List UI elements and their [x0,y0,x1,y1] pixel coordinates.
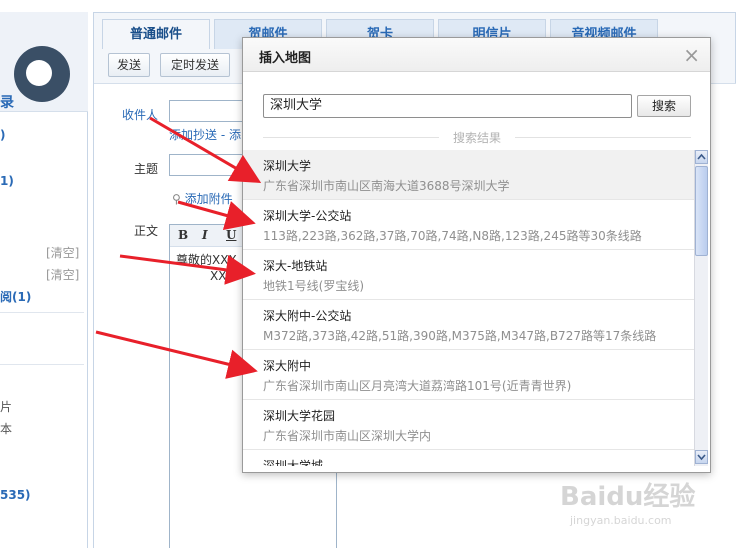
add-cc-link[interactable]: 添加抄送 - 添 [169,126,241,143]
result-address: 广东省深圳市南山区深圳大学内 [263,429,432,443]
subject-label: 主题 [134,162,159,176]
insert-map-dialog: 插入地图 × 深圳大学 搜索 搜索结果 深圳大学 广东省深圳市南山区南海大道36… [242,37,711,473]
underline-button[interactable]: U [226,228,236,242]
sidebar-clear-link[interactable]: [清空] [46,266,79,283]
result-item[interactable]: 深大附中-公交站 M372路,373路,42路,51路,390路,M375路,M… [243,300,695,350]
result-name: 深圳大学-公交站 [263,209,352,223]
add-attachment-label: 添加附件 [184,192,233,206]
timed-send-button[interactable]: 定时发送 [160,53,230,77]
results-label: 搜索结果 [452,131,501,145]
sidebar-item-count[interactable]: ) [0,128,5,142]
result-address: M372路,373路,42路,51路,390路,M375路,M347路,B727… [263,329,657,343]
divider [263,137,439,138]
result-address: 广东省深圳市南山区南海大道3688号深圳大学 [263,179,510,193]
result-address: 地铁1号线(罗宝线) [263,279,364,293]
body-greeting: 尊敬的XXX [176,253,237,267]
result-item[interactable]: 深圳大学城 [243,450,695,466]
result-item[interactable]: 深圳大学-公交站 113路,223路,362路,37路,70路,74路,N8路,… [243,200,695,250]
scrollbar-thumb[interactable] [695,166,708,256]
map-search-input[interactable]: 深圳大学 [263,94,632,118]
results-scrollbar[interactable] [694,150,708,466]
qq-penguin-icon [14,46,70,102]
qq-logo-area: 录 [0,12,88,112]
results-list: 深圳大学 广东省深圳市南山区南海大道3688号深圳大学 深圳大学-公交站 113… [243,150,695,466]
body-line: XXX [210,269,235,283]
close-icon[interactable]: × [683,43,700,67]
result-name: 深圳大学城 [263,459,324,466]
dialog-title: 插入地图 [259,51,312,66]
result-name: 深大附中 [263,359,312,373]
sidebar-item-label[interactable]: 本 [0,420,12,437]
paperclip-icon: ⚲ [172,192,181,206]
sidebar-item-label[interactable]: 片 [0,398,12,415]
sidebar-item-count[interactable]: 535) [0,488,31,502]
result-address: 113路,223路,362路,37路,70路,74路,N8路,123路,245路… [263,229,642,243]
result-item[interactable]: 深圳大学花园 广东省深圳市南山区深圳大学内 [243,400,695,450]
recipient-label[interactable]: 收件人 [122,106,158,123]
result-item[interactable]: 深圳大学 广东省深圳市南山区南海大道3688号深圳大学 [243,150,695,200]
result-item[interactable]: 深大附中 广东省深圳市南山区月亮湾大道荔湾路101号(近青青世界) [243,350,695,400]
result-item[interactable]: 深大-地铁站 地铁1号线(罗宝线) [243,250,695,300]
result-name: 深大-地铁站 [263,259,328,273]
scroll-up-icon[interactable] [695,150,708,164]
dialog-header: 插入地图 × [243,38,710,72]
scroll-down-icon[interactable] [695,450,708,464]
sidebar: 录 ) 1) [清空] [清空] 阅(1) 片 本 535) [0,12,88,548]
sidebar-item-subscription[interactable]: 阅(1) [0,288,31,305]
sidebar-divider [0,312,84,313]
search-button[interactable]: 搜索 [637,95,691,117]
result-name: 深圳大学 [263,159,312,173]
sidebar-item-count[interactable]: 1) [0,174,14,188]
send-button[interactable]: 发送 [108,53,150,77]
watermark-logo: Baidu经验 [560,482,696,512]
sidebar-logo-text: 录 [0,95,14,111]
italic-button[interactable]: I [202,228,208,242]
watermark-url: jingyan.baidu.com [570,514,672,527]
baidu-watermark: Baidu经验 jingyan.baidu.com [560,470,730,540]
tab-normal-mail[interactable]: 普通邮件 [102,19,210,49]
sidebar-clear-link[interactable]: [清空] [46,244,79,261]
result-address: 广东省深圳市南山区月亮湾大道荔湾路101号(近青青世界) [263,379,572,393]
result-name: 深圳大学花园 [263,409,336,423]
divider [515,137,691,138]
result-name: 深大附中-公交站 [263,309,352,323]
body-label: 正文 [134,224,159,238]
add-attachment-link[interactable]: ⚲ 添加附件 [172,190,233,207]
bold-button[interactable]: B [178,228,188,242]
sidebar-divider [0,364,84,365]
